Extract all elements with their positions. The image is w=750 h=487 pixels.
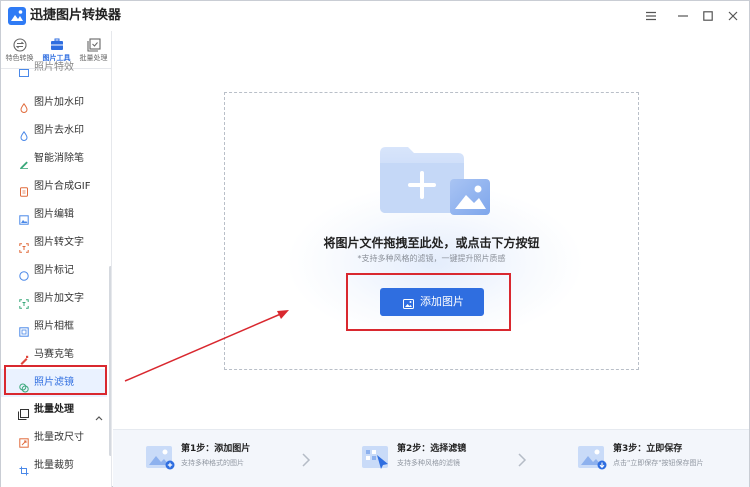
sidebar-item-label: 智能消除笔 <box>34 153 84 164</box>
edit-image-icon <box>19 210 29 225</box>
sidebar-item-label: 照片相框 <box>34 321 74 332</box>
app-title: 迅捷图片转换器 <box>30 8 122 23</box>
sidebar-item-label: 批量裁剪 <box>34 460 74 471</box>
step-2: 第2步：选择滤镜 支持多种风格的滤镜 <box>361 440 561 480</box>
sidebar: 特色转换 图片工具 批量处理 照片特效 图片加水印 图片去水印 智能消除笔 图片… <box>1 31 112 487</box>
step-1: 第1步：添加图片 支持多种格式的图片 <box>145 440 345 480</box>
gif-icon <box>19 182 29 197</box>
annotation-box-filter-item <box>4 365 107 395</box>
chevron-right-icon <box>517 452 527 467</box>
sidebar-scrollbar[interactable] <box>109 266 111 456</box>
maximize-icon[interactable] <box>698 6 718 26</box>
step-title: 第1步：添加图片 <box>181 444 251 454</box>
sidebar-item-edit-image[interactable]: 图片编辑 <box>1 201 107 229</box>
drop-zone-subtitle: *支持多种风格的滤镜，一键提升照片质感 <box>357 254 506 263</box>
sidebar-item-label: 图片转文字 <box>34 237 84 248</box>
menu-icon[interactable] <box>641 6 661 26</box>
step-title: 第3步：立即保存 <box>613 444 683 454</box>
marker-icon <box>19 266 29 281</box>
batch-group-icon <box>18 405 29 420</box>
sidebar-item-label: 图片标记 <box>34 265 74 276</box>
main-area: 将图片文件拖拽至此处，或点击下方按钮 *支持多种风格的滤镜，一键提升照片质感 添… <box>113 31 749 487</box>
toolbox-icon <box>50 37 64 51</box>
sidebar-item-label: 批量改尺寸 <box>34 432 84 443</box>
step-desc: 支持多种格式的图片 <box>181 459 244 467</box>
sidebar-item-add-text[interactable]: 图片加文字 <box>1 285 107 313</box>
step-desc: 点击"立即保存"按钮保存图片 <box>613 459 704 467</box>
save-step-icon <box>577 443 607 471</box>
frame-icon <box>19 322 29 337</box>
sidebar-item-label: 图片编辑 <box>34 209 74 220</box>
eraser-pen-icon <box>19 154 29 169</box>
folder-add-image-icon <box>380 145 492 221</box>
sidebar-item-photo-frame[interactable]: 照片相框 <box>1 313 107 341</box>
app-logo-icon <box>8 7 26 25</box>
crop-icon <box>19 461 29 476</box>
add-text-icon <box>19 294 29 309</box>
sidebar-item-gif[interactable]: 图片合成GIF <box>1 173 107 201</box>
sidebar-item-marker[interactable]: 图片标记 <box>1 257 107 285</box>
sidebar-item-label: 马赛克笔 <box>34 349 74 360</box>
close-icon[interactable] <box>723 6 743 26</box>
sidebar-item-add-watermark[interactable]: 图片加水印 <box>1 89 107 117</box>
resize-icon <box>19 433 29 448</box>
title-bar: 迅捷图片转换器 <box>1 1 749 31</box>
sidebar-item-label: 图片去水印 <box>34 125 84 136</box>
batch-icon <box>86 37 101 52</box>
sidebar-item-ocr[interactable]: 图片转文字 <box>1 229 107 257</box>
chevron-up-icon <box>95 406 103 425</box>
sidebar-group-label: 批量处理 <box>34 404 74 415</box>
app-window: 迅捷图片转换器 特色转换 图片工具 批量处理 照片特效 图片加水印 图片去水印 … <box>0 0 750 487</box>
annotation-box-add-button <box>346 273 511 331</box>
steps-bar: 第1步：添加图片 支持多种格式的图片 第2步：选择滤镜 支持多种风格的滤镜 第3… <box>113 429 749 487</box>
sidebar-item-photo-effect[interactable]: 照片特效 <box>1 61 107 79</box>
sidebar-item-label: 图片合成GIF <box>34 181 91 192</box>
sidebar-item-batch-resize[interactable]: 批量改尺寸 <box>1 424 107 452</box>
sidebar-item-smart-eraser[interactable]: 智能消除笔 <box>1 145 107 173</box>
drop-zone-title: 将图片文件拖拽至此处，或点击下方按钮 <box>323 236 540 250</box>
sidebar-group-batch[interactable]: 批量处理 <box>1 396 107 424</box>
ocr-icon <box>19 238 29 253</box>
minimize-icon[interactable] <box>673 6 693 26</box>
sidebar-item-label: 图片加水印 <box>34 97 84 108</box>
step-desc: 支持多种风格的滤镜 <box>397 459 460 467</box>
watermark-icon <box>19 98 29 113</box>
filter-step-icon <box>361 443 391 471</box>
sidebar-item-label: 照片特效 <box>34 62 74 73</box>
chevron-right-icon <box>301 452 311 467</box>
sidebar-item-batch-crop[interactable]: 批量裁剪 <box>1 452 107 480</box>
sidebar-item-remove-watermark[interactable]: 图片去水印 <box>1 117 107 145</box>
step-title: 第2步：选择滤镜 <box>397 444 467 454</box>
step-3: 第3步：立即保存 点击"立即保存"按钮保存图片 <box>577 440 750 480</box>
exchange-icon <box>12 37 27 52</box>
mosaic-pen-icon <box>19 350 29 365</box>
add-image-step-icon <box>145 443 175 471</box>
effect-icon <box>19 63 29 77</box>
sidebar-item-label: 图片加文字 <box>34 293 84 304</box>
remove-watermark-icon <box>19 126 29 141</box>
